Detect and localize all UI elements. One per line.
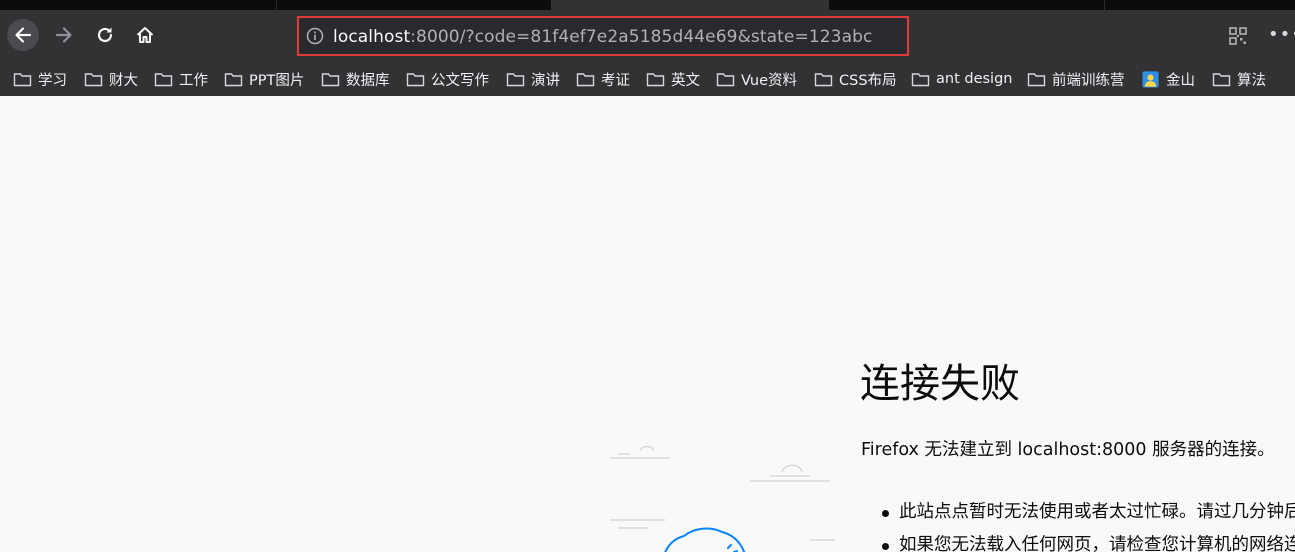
bookmark-kaozheng[interactable]: 考证 [576, 68, 630, 90]
forward-button[interactable] [48, 19, 80, 51]
bookmark-suanfa[interactable]: 算法 [1212, 68, 1266, 90]
bookmark-ppt[interactable]: PPT图片 [224, 68, 304, 90]
folder-icon [1027, 73, 1046, 87]
home-icon [136, 27, 154, 43]
error-page: 连接失败 Firefox 无法建立到 localhost:8000 服务器的连接… [0, 96, 1295, 552]
bookmark-qianduan[interactable]: 前端训练营 [1027, 68, 1125, 90]
bookmark-label: 学习 [38, 72, 67, 89]
info-icon[interactable] [306, 27, 324, 45]
offline-dinosaur-illustration [610, 445, 835, 552]
bookmark-label: 考证 [601, 72, 630, 89]
bookmark-label: CSS布局 [839, 72, 897, 89]
error-title: 连接失败 [860, 361, 1020, 407]
kingsoft-icon [1142, 71, 1159, 88]
bookmark-label: Vue资料 [741, 72, 798, 89]
bookmark-yanjiang[interactable]: 演讲 [506, 68, 560, 90]
bookmark-css[interactable]: CSS布局 [814, 68, 897, 90]
folder-icon [506, 73, 525, 87]
back-arrow-icon [15, 27, 32, 43]
home-button[interactable] [129, 19, 161, 51]
qr-code-icon[interactable] [1229, 27, 1247, 45]
url-text[interactable]: localhost:8000/?code=81f4ef7e2a5185d44e6… [333, 26, 872, 48]
bookmark-xuexi[interactable]: 学习 [13, 68, 67, 90]
reload-button[interactable] [89, 19, 121, 51]
tab-separator [1104, 0, 1105, 10]
bookmark-label: 数据库 [346, 72, 390, 89]
bookmark-label: ant design [936, 71, 1013, 87]
url-bar[interactable]: localhost:8000/?code=81f4ef7e2a5185d44e6… [297, 16, 909, 56]
suggestion-list: 此站点点暂时无法使用或者太过忙碌。请过几分钟后再试。 如果您无法载入任何网页，请… [861, 496, 1295, 552]
tab-strip [0, 0, 1295, 10]
folder-icon [646, 73, 665, 87]
bookmark-label: 金山 [1166, 72, 1195, 89]
active-tab[interactable] [551, 0, 829, 10]
bookmark-label: 演讲 [531, 72, 560, 89]
folder-icon [911, 73, 930, 87]
folder-icon [84, 73, 103, 87]
bookmark-gongwen[interactable]: 公文写作 [406, 68, 489, 90]
folder-icon [1212, 73, 1231, 87]
folder-icon [13, 73, 32, 87]
bookmark-shujuku[interactable]: 数据库 [321, 68, 390, 90]
bookmark-caida[interactable]: 财大 [84, 68, 138, 90]
bookmark-label: PPT图片 [249, 72, 305, 89]
bookmark-label: 英文 [671, 72, 700, 89]
error-description: Firefox 无法建立到 localhost:8000 服务器的连接。 [861, 440, 1275, 460]
forward-arrow-icon [55, 27, 72, 43]
folder-icon [224, 73, 243, 87]
bookmark-label: 工作 [179, 72, 208, 89]
navigation-toolbar: localhost:8000/?code=81f4ef7e2a5185d44e6… [0, 10, 1295, 62]
suggestion-item: 此站点点暂时无法使用或者太过忙碌。请过几分钟后再试。 [861, 496, 1295, 529]
bookmark-label: 前端训练营 [1052, 72, 1125, 89]
suggestion-item: 如果您无法载入任何网页，请检查您计算机的网络连接。 [861, 529, 1295, 552]
folder-icon [406, 73, 425, 87]
bookmark-yingwen[interactable]: 英文 [646, 68, 700, 90]
bookmarks-bar: 学习 财大 工作 PPT图片 数据库 公文写作 演讲 考证 英文 Vue资料 C… [0, 62, 1295, 96]
url-host: localhost [333, 27, 411, 47]
back-button[interactable] [7, 19, 39, 51]
folder-icon [814, 73, 833, 87]
bookmark-label: 公文写作 [431, 72, 489, 89]
bookmark-jinshan[interactable]: 金山 [1142, 68, 1195, 90]
bookmark-antdesign[interactable]: ant design [911, 68, 1012, 90]
bookmark-label: 算法 [1237, 72, 1266, 89]
folder-icon [716, 73, 735, 87]
folder-icon [154, 73, 173, 87]
folder-icon [576, 73, 595, 87]
bookmark-vue[interactable]: Vue资料 [716, 68, 797, 90]
folder-icon [321, 73, 340, 87]
reload-icon [97, 27, 113, 43]
url-rest: :8000/?code=81f4ef7e2a5185d44e69&state=1… [410, 27, 873, 47]
bookmark-gongzuo[interactable]: 工作 [154, 68, 208, 90]
bookmark-label: 财大 [109, 72, 138, 89]
tab-separator [276, 0, 277, 10]
more-icon[interactable]: ••• [1268, 24, 1295, 45]
